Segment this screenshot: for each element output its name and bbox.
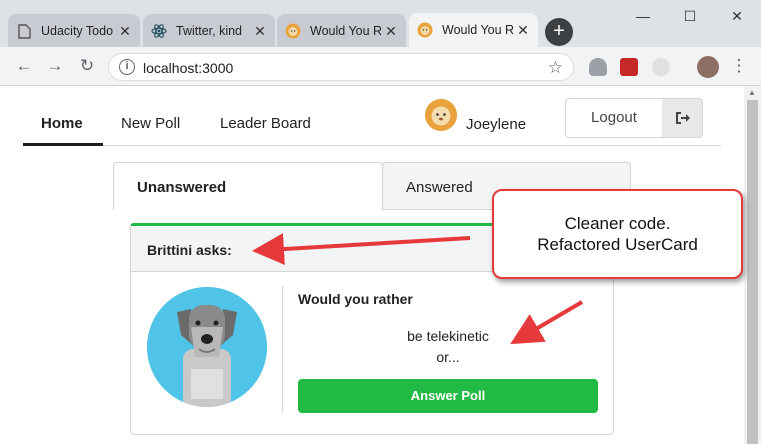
browser-tab-4-active[interactable]: Would You R ✕ [409, 13, 538, 47]
logout-label: Logout [591, 109, 637, 126]
card-divider [282, 286, 283, 413]
poll-or-text: or... [436, 349, 460, 365]
active-nav-underline [23, 143, 103, 146]
browser-tabbar: Udacity Todo ✕ Twitter, kind ✕ Would You… [0, 0, 761, 48]
site-info-icon[interactable]: i [119, 59, 135, 75]
browser-toolbar: ← → ↻ i localhost:3000 ☆ ⋮ [0, 47, 761, 86]
maximize-button[interactable]: ☐ [680, 8, 700, 25]
scrollbar-thumb[interactable] [747, 100, 758, 444]
lion-favicon-icon [417, 22, 433, 38]
annotation-callout: Cleaner code. Refactored UserCard [492, 189, 743, 279]
bookmark-star-icon[interactable]: ☆ [548, 58, 563, 78]
new-tab-button[interactable]: + [545, 18, 573, 46]
browser-tab-title: Udacity Todo [41, 24, 114, 38]
browser-tab-2[interactable]: Twitter, kind ✕ [143, 14, 275, 48]
user-avatar [425, 99, 457, 131]
browser-tab-title: Would You R [442, 23, 515, 37]
nav-new-poll[interactable]: New Poll [121, 115, 180, 132]
would-you-rather-heading: Would you rather [298, 291, 413, 307]
browser-tab-title: Would You R [310, 24, 383, 38]
scroll-up-arrow-icon[interactable]: ▲ [748, 88, 756, 97]
close-window-button[interactable]: ✕ [727, 8, 747, 25]
browser-tab-title: Twitter, kind [176, 24, 242, 38]
minimize-button[interactable]: — [633, 8, 653, 24]
annotation-line-1: Cleaner code. [564, 214, 671, 233]
browser-tab-3[interactable]: Would You R ✕ [277, 14, 406, 48]
extension-ghost-icon[interactable] [652, 58, 670, 76]
browser-tab-1[interactable]: Udacity Todo ✕ [8, 14, 140, 48]
close-tab-icon[interactable]: ✕ [253, 23, 267, 40]
answer-poll-button[interactable]: Answer Poll [298, 379, 598, 413]
poll-option-one: be telekinetic [407, 328, 489, 344]
kebab-menu-icon[interactable]: ⋮ [728, 55, 750, 77]
back-arrow-icon[interactable]: ← [13, 55, 35, 77]
reload-icon[interactable]: ↻ [76, 55, 98, 77]
close-tab-icon[interactable]: ✕ [118, 23, 132, 40]
document-icon [16, 23, 32, 39]
profile-avatar-icon[interactable] [697, 56, 719, 78]
extension-drive-icon[interactable] [589, 58, 607, 76]
sign-out-icon [662, 99, 702, 137]
extension-red-icon[interactable] [620, 58, 638, 76]
forward-arrow-icon[interactable]: → [44, 55, 66, 77]
lion-favicon-icon [285, 23, 301, 39]
close-tab-icon[interactable]: ✕ [384, 23, 398, 40]
annotation-line-2: Refactored UserCard [537, 235, 698, 254]
react-icon [151, 23, 167, 39]
user-name: Joeylene [466, 116, 527, 133]
nav-home[interactable]: Home [41, 115, 83, 132]
page-scrollbar[interactable]: ▲ [744, 86, 761, 444]
address-bar[interactable]: i localhost:3000 ☆ [108, 53, 574, 81]
logout-button[interactable]: Logout [565, 98, 703, 138]
address-url[interactable]: localhost:3000 [143, 60, 233, 76]
close-tab-icon[interactable]: ✕ [516, 22, 530, 39]
nav-leader-board[interactable]: Leader Board [220, 115, 311, 132]
top-nav: Home New Poll Leader Board Joeylene Logo… [23, 86, 721, 146]
tab-unanswered[interactable]: Unanswered [113, 162, 383, 210]
author-avatar-dog [147, 287, 267, 407]
